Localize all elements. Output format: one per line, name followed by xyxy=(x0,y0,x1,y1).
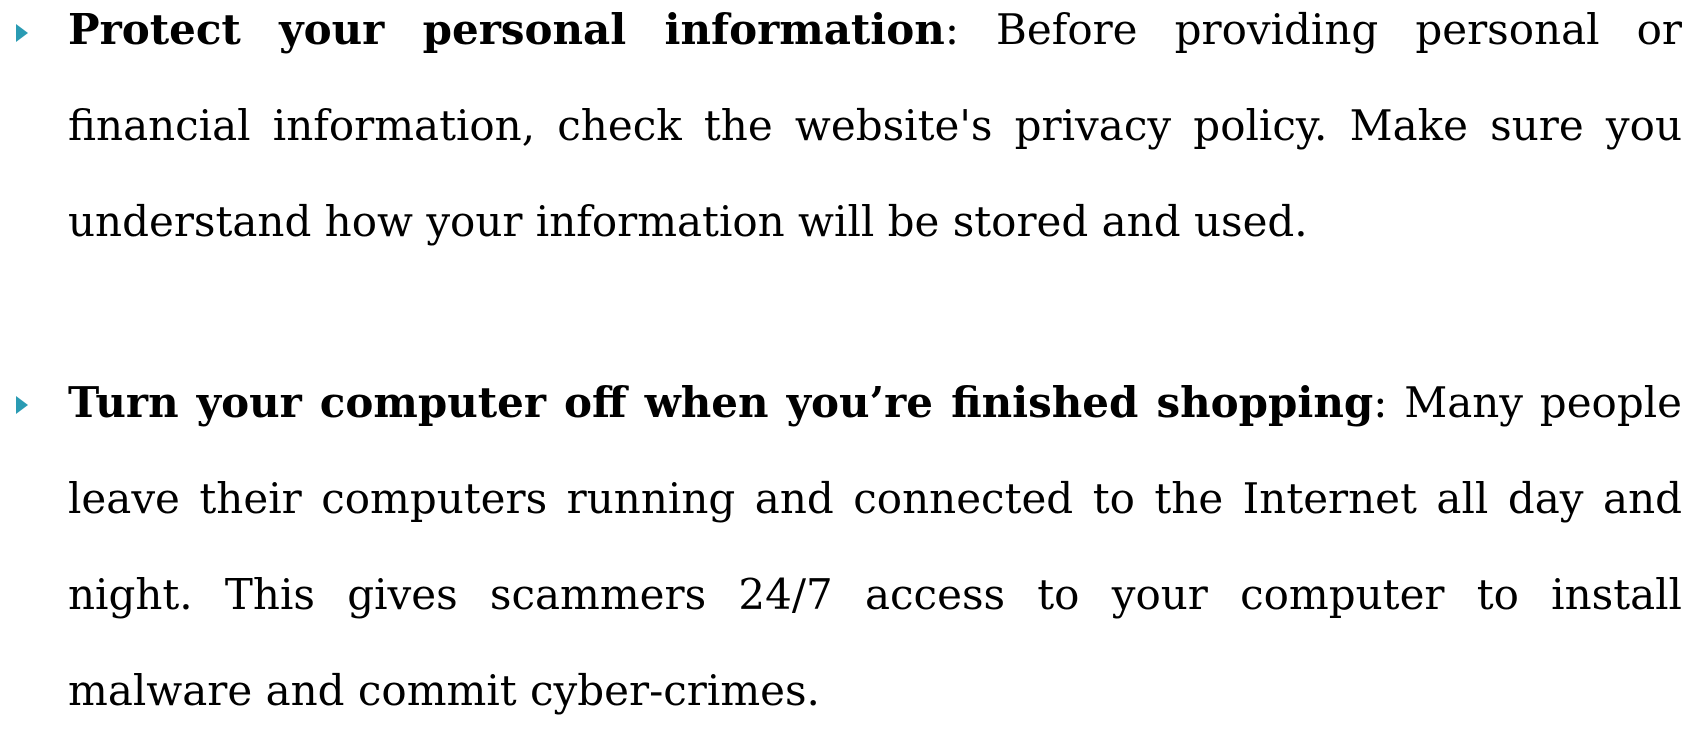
triangle-bullet-icon xyxy=(16,396,28,414)
triangle-bullet-icon xyxy=(16,24,28,42)
bullet-term: Turn your computer off when you’re finis… xyxy=(68,378,1374,427)
bullet-body: : Many people leave their computers runn… xyxy=(68,378,1683,715)
bullet-paragraph: Protect your personal information: Befor… xyxy=(68,0,1682,270)
bullet-paragraph: Turn your computer off when you’re finis… xyxy=(68,355,1682,739)
document-page: Protect your personal information: Befor… xyxy=(0,0,1702,749)
bullet-term: Protect your personal information xyxy=(68,5,945,54)
